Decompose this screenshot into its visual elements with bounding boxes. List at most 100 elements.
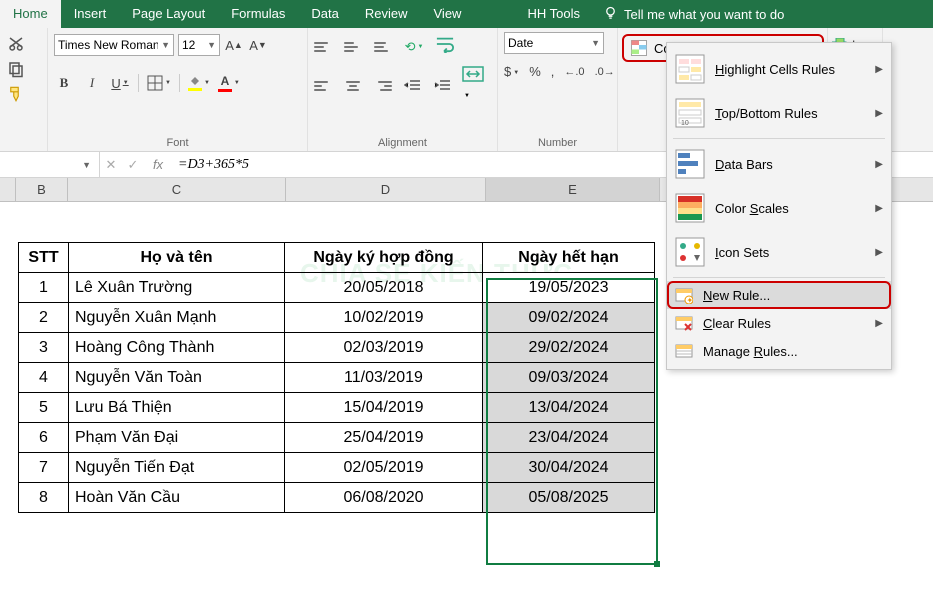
increase-font-button[interactable]: A▲ [224, 34, 244, 56]
cf-iconsets[interactable]: Icon Sets ▶ [667, 230, 891, 274]
cf-databars[interactable]: Data Bars ▶ [667, 142, 891, 186]
cell-name[interactable]: Hoàng Công Thành [69, 333, 285, 363]
cell-exp[interactable]: 30/04/2024 [483, 453, 655, 483]
cancel-formula-icon[interactable]: ✕ [100, 157, 122, 173]
cell-date[interactable]: 06/08/2020 [285, 483, 483, 513]
tab-review[interactable]: Review [352, 0, 421, 28]
italic-button[interactable]: I [82, 72, 102, 94]
increase-decimal-button[interactable]: ←.0 [564, 66, 584, 78]
cf-new-rule[interactable]: ✦ New Rule... [667, 281, 891, 309]
cell-exp[interactable]: 05/08/2025 [483, 483, 655, 513]
comma-button[interactable]: , [551, 64, 555, 79]
cf-colorscales[interactable]: Color Scales ▶ [667, 186, 891, 230]
align-center-button[interactable] [343, 77, 362, 95]
cell-stt[interactable]: 3 [19, 333, 69, 363]
col-header-C[interactable]: C [68, 178, 286, 201]
col-header-E[interactable]: E [486, 178, 660, 201]
cell-stt[interactable]: 4 [19, 363, 69, 393]
cell-stt[interactable]: 6 [19, 423, 69, 453]
font-size-combo[interactable]: 12 ▼ [178, 34, 220, 56]
cell-exp[interactable]: 29/02/2024 [483, 333, 655, 363]
tab-home[interactable]: Home [0, 0, 61, 28]
submenu-arrow-icon: ▶ [875, 318, 883, 329]
header-stt[interactable]: STT [19, 243, 69, 273]
table-row: 7Nguyễn Tiến Đạt02/05/201930/04/2024 [19, 453, 655, 483]
cell-stt[interactable]: 1 [19, 273, 69, 303]
cell-date[interactable]: 10/02/2019 [285, 303, 483, 333]
cell-date[interactable]: 11/03/2019 [285, 363, 483, 393]
bold-button[interactable]: B [54, 72, 74, 94]
decrease-font-button[interactable]: A▼ [248, 34, 268, 56]
cell-name[interactable]: Phạm Văn Đại [69, 423, 285, 453]
cf-clear-rules[interactable]: Clear Rules ▶ [667, 309, 891, 337]
align-middle-button[interactable] [344, 38, 364, 56]
align-right-button[interactable] [373, 77, 392, 95]
align-bottom-button[interactable] [374, 38, 394, 56]
tab-view[interactable]: View [421, 0, 475, 28]
cf-manage-rules[interactable]: Manage Rules... [667, 337, 891, 365]
format-painter-icon[interactable] [6, 85, 41, 108]
tab-insert[interactable]: Insert [61, 0, 120, 28]
cell-exp[interactable]: 09/02/2024 [483, 303, 655, 333]
align-top-button[interactable] [314, 38, 334, 56]
col-header-D[interactable]: D [286, 178, 486, 201]
cell-name[interactable]: Hoàn Văn Cầu [69, 483, 285, 513]
percent-button[interactable]: % [529, 64, 541, 79]
cell-stt[interactable]: 8 [19, 483, 69, 513]
number-format-combo[interactable]: Date ▼ [504, 32, 604, 54]
fx-button[interactable]: fx [144, 152, 172, 177]
cell-exp[interactable]: 13/04/2024 [483, 393, 655, 423]
cell-name[interactable]: Nguyễn Xuân Mạnh [69, 303, 285, 333]
select-all-corner[interactable] [0, 178, 16, 201]
cell-exp[interactable]: 09/03/2024 [483, 363, 655, 393]
cond-fmt-icon [630, 39, 648, 57]
svg-text:10: 10 [681, 120, 689, 127]
fill-color-button[interactable]: ▼ [188, 72, 210, 94]
cell-name[interactable]: Lưu Bá Thiện [69, 393, 285, 423]
wrap-text-button[interactable] [434, 35, 456, 58]
cell-date[interactable]: 20/05/2018 [285, 273, 483, 303]
table-row: 6Phạm Văn Đại25/04/201923/04/2024 [19, 423, 655, 453]
decrease-decimal-button[interactable]: .0→ [595, 66, 615, 78]
cf-topbottom-rules[interactable]: 10 Top/Bottom Rules ▶ [667, 91, 891, 135]
accounting-button[interactable]: $▼ [504, 64, 519, 79]
header-exp[interactable]: Ngày hết hạn [483, 243, 655, 273]
copy-icon[interactable] [6, 60, 41, 83]
manage-rules-icon [675, 342, 693, 360]
font-name-combo[interactable]: Times New Roman ▼ [54, 34, 174, 56]
cell-exp[interactable]: 19/05/2023 [483, 273, 655, 303]
cell-stt[interactable]: 2 [19, 303, 69, 333]
align-left-button[interactable] [314, 77, 333, 95]
col-header-B[interactable]: B [16, 178, 68, 201]
cf-highlight-rules[interactable]: Highlight Cells Rules ▶ [667, 47, 891, 91]
font-color-button[interactable]: A ▼ [218, 72, 240, 94]
cell-date[interactable]: 02/03/2019 [285, 333, 483, 363]
tab-data[interactable]: Data [298, 0, 351, 28]
decrease-indent-button[interactable] [402, 75, 422, 97]
cf-label: Icon Sets [715, 245, 769, 260]
cell-date[interactable]: 25/04/2019 [285, 423, 483, 453]
header-date[interactable]: Ngày ký hợp đồng [285, 243, 483, 273]
cell-exp[interactable]: 23/04/2024 [483, 423, 655, 453]
border-button[interactable]: ▼ [147, 72, 171, 94]
cell-name[interactable]: Nguyễn Văn Toàn [69, 363, 285, 393]
increase-indent-button[interactable] [432, 75, 452, 97]
name-box[interactable]: ▼ [0, 152, 100, 177]
cell-name[interactable]: Lê Xuân Trường [69, 273, 285, 303]
tab-formulas[interactable]: Formulas [218, 0, 298, 28]
cell-stt[interactable]: 5 [19, 393, 69, 423]
cell-name[interactable]: Nguyễn Tiến Đạt [69, 453, 285, 483]
tab-hhtools[interactable]: HH Tools [514, 0, 593, 28]
cell-date[interactable]: 15/04/2019 [285, 393, 483, 423]
enter-formula-icon[interactable]: ✓ [122, 157, 144, 173]
cell-date[interactable]: 02/05/2019 [285, 453, 483, 483]
cut-icon[interactable] [6, 35, 41, 58]
underline-button[interactable]: U▼ [110, 72, 130, 94]
cell-stt[interactable]: 7 [19, 453, 69, 483]
tell-me-box[interactable]: Tell me what you want to do [593, 5, 794, 23]
tab-pagelayout[interactable]: Page Layout [119, 0, 218, 28]
header-name[interactable]: Họ và tên [69, 243, 285, 273]
cf-label: Color Scales [715, 201, 789, 216]
orientation-button[interactable]: ⟲▼ [404, 36, 424, 58]
merge-center-button[interactable]: ▼ [462, 66, 491, 105]
